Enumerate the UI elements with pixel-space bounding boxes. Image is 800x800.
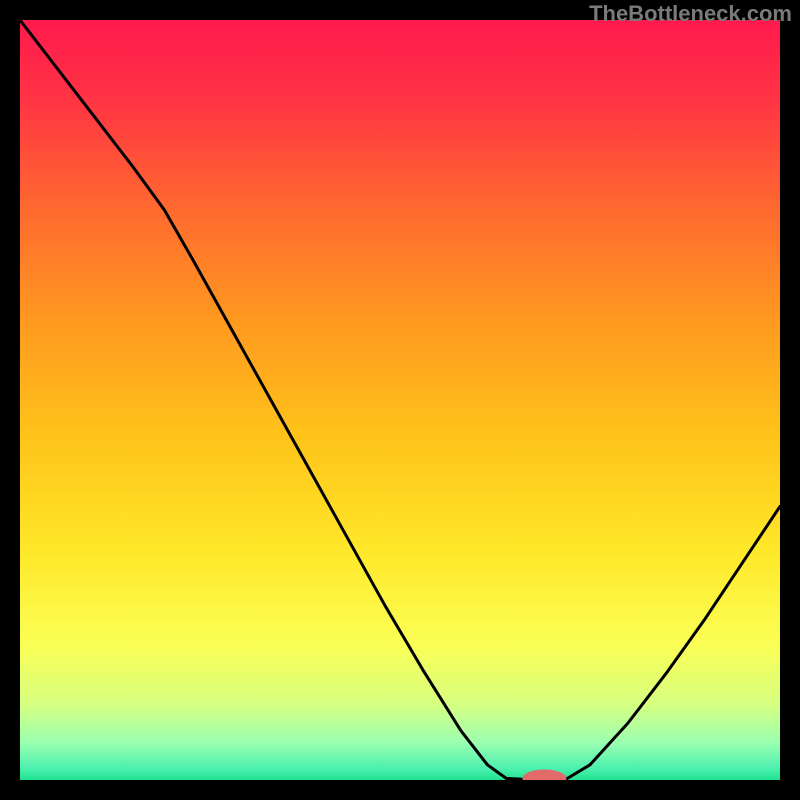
watermark-text: TheBottleneck.com: [589, 1, 792, 27]
chart-background: [20, 20, 780, 780]
bottleneck-chart: [20, 20, 780, 780]
chart-plot-area: [20, 20, 780, 780]
chart-frame: TheBottleneck.com: [0, 0, 800, 800]
